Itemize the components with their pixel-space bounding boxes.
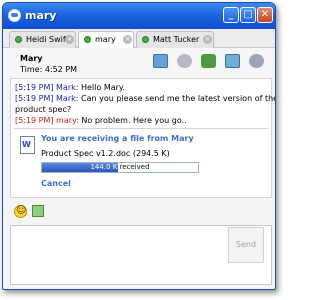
message: [5:19 PM] Mark: Can you please send me t… <box>15 93 276 104</box>
tab-label: Matt Tucker <box>153 35 200 44</box>
message-sender: Mark: <box>56 83 79 92</box>
settings-icon[interactable] <box>249 54 264 68</box>
tab-label: mary <box>95 35 116 44</box>
file-progress-bar: 144.0 K received <box>41 162 199 173</box>
message-sender: mary: <box>56 116 79 125</box>
message-continuation: product spec? <box>15 104 71 115</box>
cancel-transfer-link[interactable]: Cancel <box>41 179 71 188</box>
message-text: Can you please send me the latest versio… <box>81 94 276 103</box>
message-timestamp: [5:19 PM] <box>15 83 54 92</box>
chat-bubble-icon <box>8 9 21 22</box>
send-button[interactable]: Send <box>228 227 264 263</box>
file-transfer-panel: You are receiving a file from Mary Produ… <box>14 128 268 192</box>
word-document-icon <box>20 136 35 154</box>
emoticon-icon[interactable] <box>14 205 27 218</box>
message: [5:19 PM] mary: No problem. Here you go.… <box>15 115 187 126</box>
message-timestamp: [5:19 PM] <box>15 94 54 103</box>
file-name: Product Spec v1.2.doc (294.5 K) <box>41 149 170 158</box>
image-icon[interactable] <box>225 54 240 68</box>
conversation-area[interactable]: [5:19 PM] Mark: Hello Mary. [5:19 PM] Ma… <box>10 78 275 198</box>
message-text: product spec? <box>15 105 72 114</box>
message: [5:19 PM] Mark: Hello Mary. <box>15 82 125 93</box>
minimize-button[interactable]: _ <box>223 7 239 23</box>
download-icon[interactable] <box>201 54 216 68</box>
tab-heidi-swift[interactable]: Heidi Swift × <box>9 31 76 48</box>
progress-amount: 144.0 K <box>90 163 118 171</box>
contact-local-time: Time: 4:52 PM <box>20 65 78 74</box>
window-title: mary <box>25 9 57 22</box>
message-text: No problem. Here you go.. <box>81 116 187 125</box>
maximize-button[interactable]: □ <box>240 7 256 23</box>
profile-card-icon[interactable] <box>153 54 168 68</box>
title-bar[interactable]: mary _ □ ✕ <box>3 3 275 29</box>
status-online-icon <box>142 36 149 43</box>
tab-bar: Heidi Swift × mary × Matt Tucker × <box>3 29 275 49</box>
contact-name: Mary <box>20 54 43 63</box>
compose-toolbar <box>3 201 275 225</box>
progress-status: received <box>119 163 150 171</box>
tab-mary[interactable]: mary × <box>78 31 134 49</box>
edit-image-icon[interactable] <box>32 205 44 217</box>
status-online-icon <box>84 36 91 43</box>
message-text: Hello Mary. <box>81 83 126 92</box>
chat-bubbles-icon[interactable] <box>177 54 192 68</box>
progress-label: 144.0 K received <box>42 163 198 172</box>
status-online-icon <box>15 36 22 43</box>
contact-header: Mary Time: 4:52 PM <box>3 48 275 78</box>
tab-label: Heidi Swift <box>26 35 69 44</box>
tab-close-icon[interactable]: × <box>123 35 132 44</box>
tab-matt-tucker[interactable]: Matt Tucker × <box>136 31 214 48</box>
message-timestamp: [5:19 PM] <box>15 116 54 125</box>
tab-close-icon[interactable]: × <box>65 35 74 44</box>
file-transfer-title: You are receiving a file from Mary <box>41 134 194 143</box>
message-sender: Mark: <box>56 94 79 103</box>
tab-close-icon[interactable]: × <box>203 35 212 44</box>
chat-window: mary _ □ ✕ Heidi Swift × mary × Matt Tuc… <box>2 2 276 290</box>
close-button[interactable]: ✕ <box>257 7 273 23</box>
